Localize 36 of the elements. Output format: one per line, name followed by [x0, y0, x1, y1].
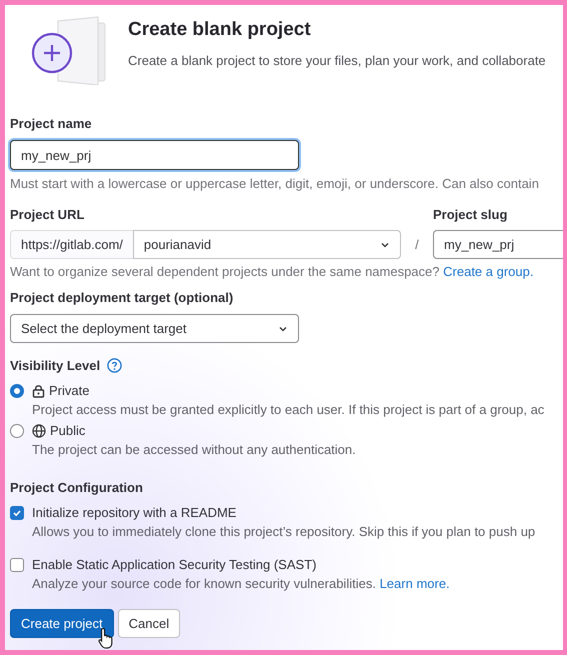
project-name-field[interactable]: my_new_prj [10, 140, 299, 170]
url-prefix: https://gitlab.com/ [10, 230, 133, 259]
globe-icon [32, 424, 46, 438]
help-text: Must start with a lowercase or uppercase letter, digit, emoji, or underscore. Can also contain [10, 176, 540, 191]
option-description: The project can be accessed without any authentication. [32, 442, 356, 457]
page-title: Create blank project [128, 19, 312, 41]
path-separator: / [414, 236, 420, 254]
help-icon[interactable] [106, 358, 122, 373]
option-label: Private [49, 383, 90, 398]
page-description: Create a blank project to store your files, plan your work, and collaborate [128, 53, 546, 68]
lock-icon [32, 384, 45, 398]
cancel-button[interactable]: Cancel [118, 609, 180, 638]
field-label: Project URL [10, 207, 86, 222]
option-description: Project access must be granted explicitly to each user. If this project is part of a group, ac [32, 402, 544, 417]
radio-button[interactable] [10, 384, 24, 398]
checkbox[interactable] [10, 558, 24, 572]
option-label: Enable Static Application Security Testing (SAST) [32, 557, 316, 572]
help-text: Want to organize several dependent projects under the same namespace? Create a group. [10, 264, 534, 279]
deployment-target-dropdown[interactable]: Select the deployment target [10, 314, 299, 343]
section-label: Project Configuration [10, 480, 143, 495]
checkmark-icon [12, 508, 22, 518]
create-group-link[interactable]: Create a group. [443, 264, 534, 279]
field-label: Project deployment target (optional) [10, 290, 234, 305]
learn-more-link[interactable]: Learn more. [380, 576, 450, 591]
field-label: Project slug [433, 207, 508, 222]
radio-button[interactable] [10, 424, 24, 438]
option-label: Public [50, 423, 86, 438]
field-label: Project name [10, 116, 92, 131]
option-description: Analyze your source code for known security vulnerabilities. Learn more. [32, 576, 450, 591]
create-project-button[interactable]: Create project [10, 609, 114, 638]
namespace-dropdown[interactable]: pourianavid [132, 230, 401, 259]
option-label: Initialize repository with a README [32, 505, 236, 520]
project-slug-field[interactable]: my_new_prj [433, 230, 563, 259]
section-label: Visibility Level [10, 358, 100, 373]
option-description: Allows you to immediately clone this project’s repository. Skip this if you plan to push up [32, 524, 536, 539]
checkbox[interactable] [10, 506, 24, 520]
